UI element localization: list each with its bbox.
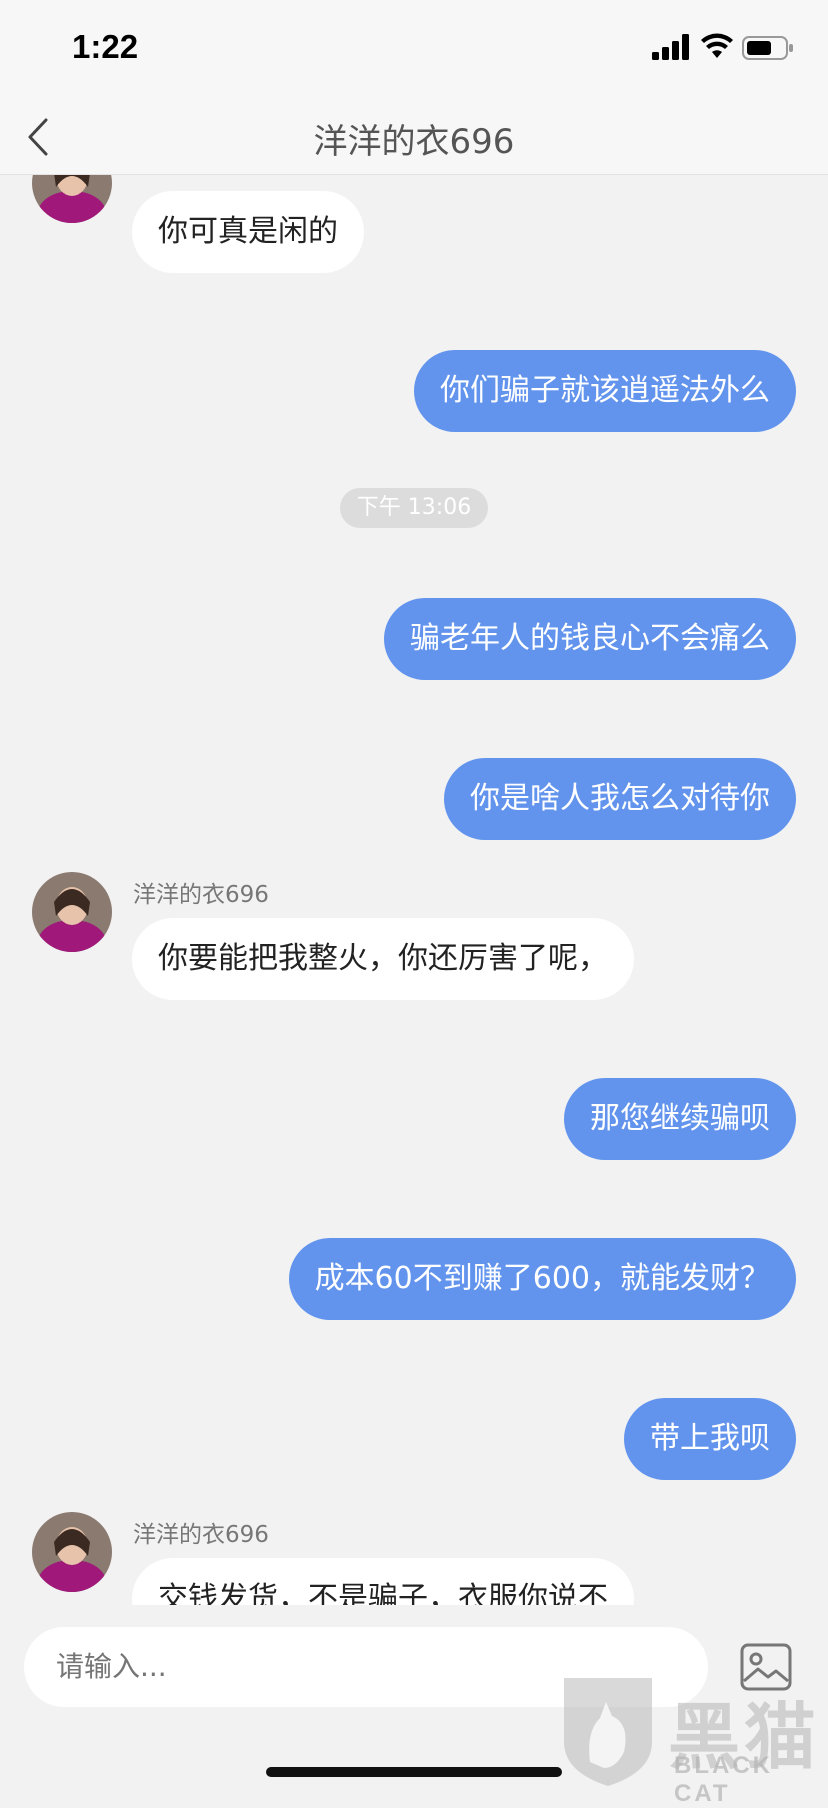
status-time: 1:22	[72, 28, 139, 65]
chat-messages[interactable]: 你可真是闲的 你们骗子就该逍遥法外么 下午 13:06 骗老年人的钱良心不会痛么…	[0, 175, 828, 1605]
contact-name: 洋洋的衣696	[133, 882, 269, 908]
message-bubble-outgoing: 你们骗子就该逍遥法外么	[414, 350, 796, 432]
wifi-icon	[701, 33, 733, 58]
message-bubble-outgoing: 骗老年人的钱良心不会痛么	[384, 598, 796, 680]
cellular-signal-icon	[652, 34, 689, 60]
page-title: 洋洋的衣696	[313, 122, 515, 162]
home-indicator	[266, 1767, 562, 1777]
status-bar: 1:22	[0, 0, 828, 100]
contact-avatar[interactable]	[32, 872, 112, 952]
message-bubble-outgoing: 那您继续骗呗	[564, 1078, 796, 1160]
battery-icon	[742, 36, 793, 60]
timestamp-badge: 下午 13:06	[340, 488, 488, 528]
nav-header: 洋洋的衣696	[0, 100, 828, 175]
message-bubble-incoming: 交钱发货，不是骗子，衣服你说不	[132, 1558, 634, 1605]
message-bubble-outgoing: 你是啥人我怎么对待你	[444, 758, 796, 840]
contact-avatar[interactable]	[32, 175, 112, 223]
contact-avatar[interactable]	[32, 1512, 112, 1592]
watermark-subtext: BLACK CAT	[674, 1752, 773, 1807]
contact-name: 洋洋的衣696	[133, 1522, 269, 1548]
message-bubble-incoming: 你要能把我整火，你还厉害了呢，	[132, 918, 634, 1000]
message-bubble-incoming: 你可真是闲的	[132, 191, 364, 273]
message-bubble-outgoing: 成本60不到赚了600，就能发财？	[288, 1238, 796, 1320]
black-cat-logo-icon	[564, 1678, 652, 1786]
message-bubble-outgoing: 带上我呗	[624, 1398, 796, 1480]
